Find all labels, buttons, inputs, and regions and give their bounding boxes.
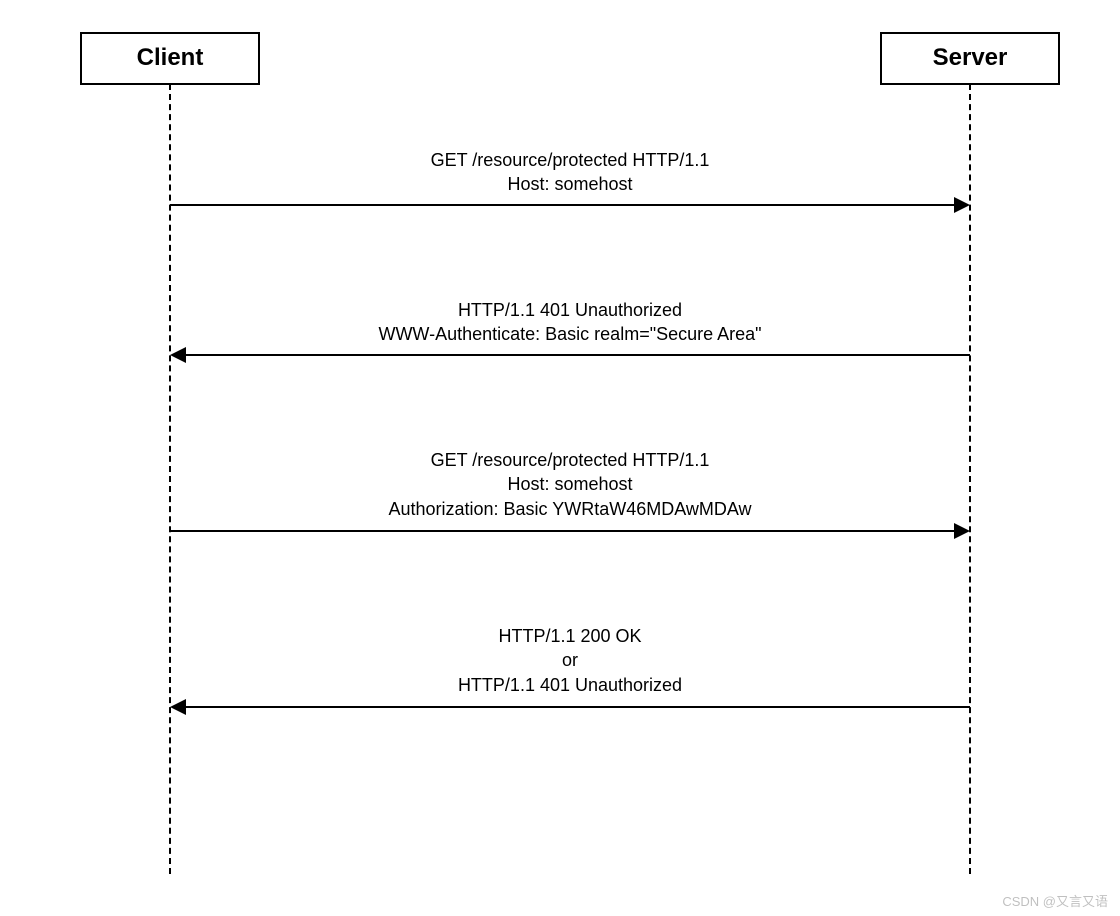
watermark: CSDN @又言又语 xyxy=(1002,891,1108,910)
message-2-arrowhead xyxy=(170,347,186,363)
message-1-arrow xyxy=(170,204,956,206)
participant-server: Server xyxy=(880,32,1060,85)
message-2-arrow xyxy=(184,354,970,356)
message-3-label: GET /resource/protected HTTP/1.1 Host: s… xyxy=(170,448,970,521)
message-4-label: HTTP/1.1 200 OK or HTTP/1.1 401 Unauthor… xyxy=(170,624,970,697)
participant-client-label: Client xyxy=(137,44,204,71)
message-4-arrowhead xyxy=(170,699,186,715)
message-1-label: GET /resource/protected HTTP/1.1 Host: s… xyxy=(170,148,970,197)
participant-server-label: Server xyxy=(933,44,1008,71)
participant-client: Client xyxy=(80,32,260,85)
message-1-arrowhead xyxy=(954,197,970,213)
message-3-arrowhead xyxy=(954,523,970,539)
message-3-arrow xyxy=(170,530,956,532)
message-2-label: HTTP/1.1 401 Unauthorized WWW-Authentica… xyxy=(170,298,970,347)
message-4-arrow xyxy=(184,706,970,708)
